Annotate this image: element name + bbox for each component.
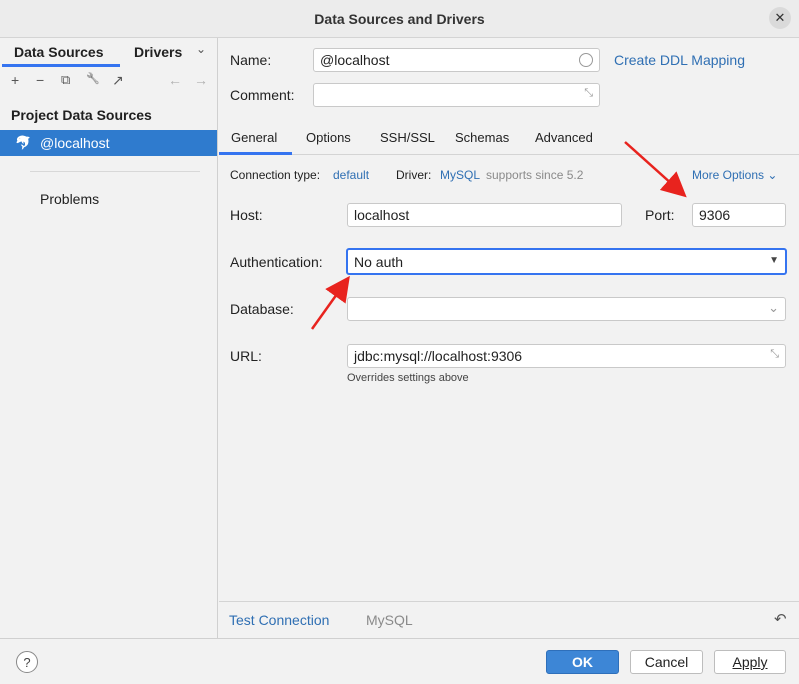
dropdown-arrow-icon: ▼ bbox=[769, 255, 779, 266]
tab-schemas[interactable]: Schemas bbox=[455, 130, 509, 145]
database-select[interactable]: ⌄ bbox=[347, 297, 786, 321]
url-field[interactable]: jdbc:mysql://localhost:9306 ⤡ bbox=[347, 344, 786, 368]
wrench-icon[interactable]: 🔧 bbox=[86, 72, 100, 85]
driver-label: Driver: bbox=[396, 168, 432, 182]
apply-button[interactable]: Apply bbox=[714, 650, 786, 674]
more-options-link[interactable]: More Options ⌄ bbox=[692, 168, 777, 182]
url-value: jdbc:mysql://localhost:9306 bbox=[354, 348, 523, 364]
close-icon[interactable]: ✕ bbox=[769, 7, 791, 29]
sidebar-toolbar: + − ⧉ 🔧 ↗ ← → bbox=[0, 68, 218, 94]
apply-label: Apply bbox=[732, 654, 768, 670]
host-value: localhost bbox=[354, 207, 410, 223]
create-ddl-mapping-link[interactable]: Create DDL Mapping bbox=[614, 52, 745, 68]
url-label: URL: bbox=[230, 348, 262, 364]
add-icon[interactable]: + bbox=[11, 72, 19, 88]
cancel-button[interactable]: Cancel bbox=[630, 650, 703, 674]
driver-footer-label: MySQL bbox=[366, 612, 413, 628]
connection-type-value[interactable]: default bbox=[333, 168, 369, 182]
ok-button[interactable]: OK bbox=[546, 650, 619, 674]
back-icon[interactable]: ← bbox=[168, 72, 182, 88]
tab-general[interactable]: General bbox=[231, 130, 277, 145]
authentication-value: No auth bbox=[354, 253, 404, 270]
name-label: Name: bbox=[230, 52, 272, 68]
details-panel: Name: @localhost Create DDL Mapping Comm… bbox=[219, 38, 799, 638]
active-tab-indicator bbox=[219, 152, 292, 155]
sidebar-item-localhost[interactable]: 🐬 @localhost bbox=[0, 130, 217, 156]
problems-item[interactable]: Problems bbox=[40, 191, 99, 207]
connection-type-label: Connection type: bbox=[230, 168, 321, 182]
authentication-select[interactable]: No auth ▼ bbox=[346, 248, 787, 275]
driver-link[interactable]: MySQL bbox=[440, 168, 480, 182]
help-icon[interactable]: ? bbox=[16, 651, 38, 673]
database-label: Database: bbox=[230, 301, 294, 317]
driver-note: supports since 5.2 bbox=[486, 168, 584, 182]
active-tab-indicator bbox=[2, 64, 120, 67]
host-field[interactable]: localhost bbox=[347, 203, 622, 227]
name-value: @localhost bbox=[320, 52, 390, 68]
settings-tabs: General Options SSH/SSL Schemas Advanced bbox=[219, 125, 799, 155]
color-circle-icon[interactable] bbox=[579, 53, 593, 67]
port-label: Port: bbox=[645, 207, 675, 223]
expand-icon[interactable]: ⤡ bbox=[770, 348, 779, 361]
port-value: 9306 bbox=[699, 207, 731, 223]
duplicate-icon[interactable]: ⧉ bbox=[61, 72, 70, 88]
chevron-down-icon: ⌄ bbox=[768, 300, 779, 315]
section-title: Project Data Sources bbox=[11, 107, 152, 123]
tab-drivers[interactable]: Drivers bbox=[134, 44, 182, 60]
tab-ssh-ssl[interactable]: SSH/SSL bbox=[380, 130, 435, 145]
expand-icon[interactable]: ⤡ bbox=[584, 87, 593, 100]
comment-field[interactable]: ⤡ bbox=[313, 83, 600, 107]
title-bar: Data Sources and Drivers ✕ bbox=[0, 0, 799, 38]
tab-data-sources[interactable]: Data Sources bbox=[14, 44, 103, 60]
mysql-dolphin-icon: 🐬 bbox=[15, 135, 32, 150]
comment-label: Comment: bbox=[230, 87, 295, 103]
divider bbox=[30, 171, 200, 172]
test-connection-link[interactable]: Test Connection bbox=[229, 612, 329, 628]
sidebar-tabs: Data Sources Drivers ⌄ bbox=[0, 38, 218, 67]
dialog-footer: ? OK Cancel Apply bbox=[0, 638, 799, 684]
sidebar-item-label: @localhost bbox=[40, 135, 110, 151]
host-label: Host: bbox=[230, 207, 263, 223]
port-field[interactable]: 9306 bbox=[692, 203, 786, 227]
authentication-label: Authentication: bbox=[230, 254, 323, 270]
revert-icon[interactable]: ↶ bbox=[774, 610, 787, 628]
chevron-down-icon[interactable]: ⌄ bbox=[196, 42, 206, 56]
remove-icon[interactable]: − bbox=[36, 72, 44, 88]
url-hint: Overrides settings above bbox=[347, 372, 469, 384]
divider bbox=[219, 601, 799, 602]
jump-icon[interactable]: ↗ bbox=[112, 72, 124, 89]
name-field[interactable]: @localhost bbox=[313, 48, 600, 72]
sidebar: Data Sources Drivers ⌄ + − ⧉ 🔧 ↗ ← → Pro… bbox=[0, 38, 218, 638]
tab-options[interactable]: Options bbox=[306, 130, 351, 145]
forward-icon[interactable]: → bbox=[194, 72, 208, 88]
tab-advanced[interactable]: Advanced bbox=[535, 130, 593, 145]
window-title: Data Sources and Drivers bbox=[314, 10, 485, 27]
